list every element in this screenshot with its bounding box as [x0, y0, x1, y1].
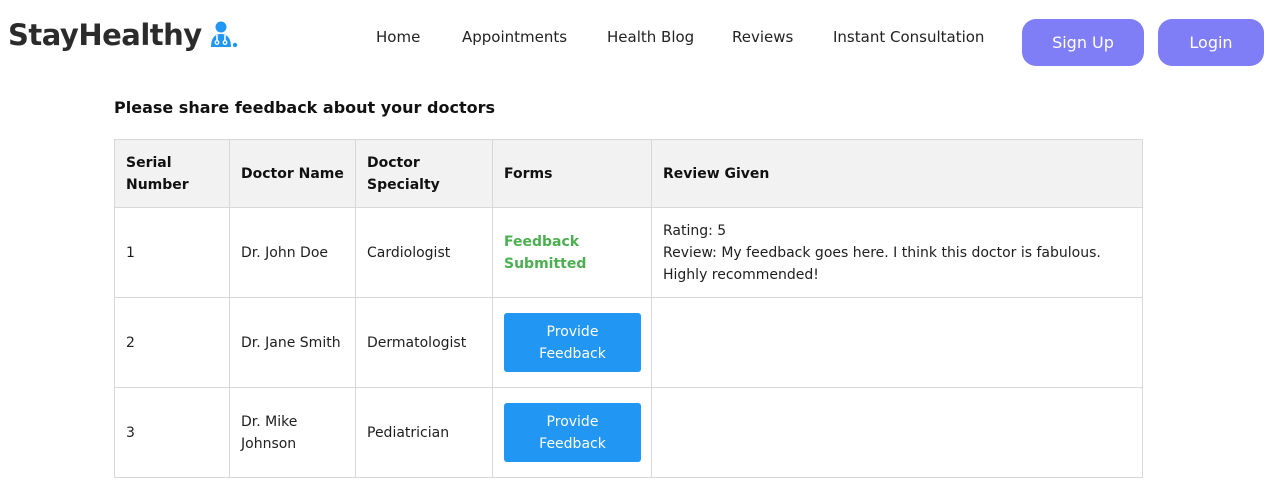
header-review-given: Review Given: [651, 139, 1143, 208]
doctor-specialty-cell: Dermatologist: [355, 297, 493, 388]
nav-instant-consultation[interactable]: Instant Consultation: [833, 28, 984, 46]
forms-cell: Provide Feedback: [492, 387, 652, 478]
forms-cell: Feedback Submitted: [492, 207, 652, 298]
review-given-cell: [651, 297, 1143, 388]
nav-appointments[interactable]: Appointments: [462, 28, 567, 46]
header-doctor-name: Doctor Name: [229, 139, 356, 208]
nav-health-blog[interactable]: Health Blog: [607, 28, 694, 46]
doctor-name-cell: Dr. John Doe: [229, 207, 356, 298]
feedback-submitted-status: Feedback Submitted: [504, 233, 587, 272]
serial-number-cell: 2: [114, 297, 230, 388]
page-title: Please share feedback about your doctors: [114, 98, 495, 117]
nav-home[interactable]: Home: [376, 28, 420, 46]
doctor-specialty-cell: Cardiologist: [355, 207, 493, 298]
serial-number-cell: 1: [114, 207, 230, 298]
doctor-specialty-cell: Pediatrician: [355, 387, 493, 478]
doctor-name-cell: Dr. Jane Smith: [229, 297, 356, 388]
navbar: StayHealthy Home Appointments Health Blo…: [0, 0, 1266, 84]
review-given-cell: Rating: 5 Review: My feedback goes here.…: [651, 207, 1143, 298]
serial-number-cell: 3: [114, 387, 230, 478]
review-given-cell: [651, 387, 1143, 478]
doctor-feedback-table: Serial Number Doctor Name Doctor Special…: [114, 139, 1143, 478]
provide-feedback-button[interactable]: Provide Feedback: [504, 403, 641, 462]
table-row: 3 Dr. Mike Johnson Pediatrician Provide …: [114, 387, 1143, 478]
header-forms: Forms: [492, 139, 652, 208]
table-row: 1 Dr. John Doe Cardiologist Feedback Sub…: [114, 207, 1143, 298]
header-serial-number: Serial Number: [114, 139, 230, 208]
review-text: Review: My feedback goes here. I think t…: [663, 244, 1101, 283]
nav-reviews[interactable]: Reviews: [732, 28, 793, 46]
table-header-row: Serial Number Doctor Name Doctor Special…: [114, 139, 1143, 208]
provide-feedback-button[interactable]: Provide Feedback: [504, 313, 641, 372]
doctor-name-cell: Dr. Mike Johnson: [229, 387, 356, 478]
header-doctor-specialty: Doctor Specialty: [355, 139, 493, 208]
forms-cell: Provide Feedback: [492, 297, 652, 388]
table-row: 2 Dr. Jane Smith Dermatologist Provide F…: [114, 297, 1143, 388]
login-button[interactable]: Login: [1158, 19, 1264, 66]
review-rating: Rating: 5: [663, 222, 727, 239]
sign-up-button[interactable]: Sign Up: [1022, 19, 1144, 66]
